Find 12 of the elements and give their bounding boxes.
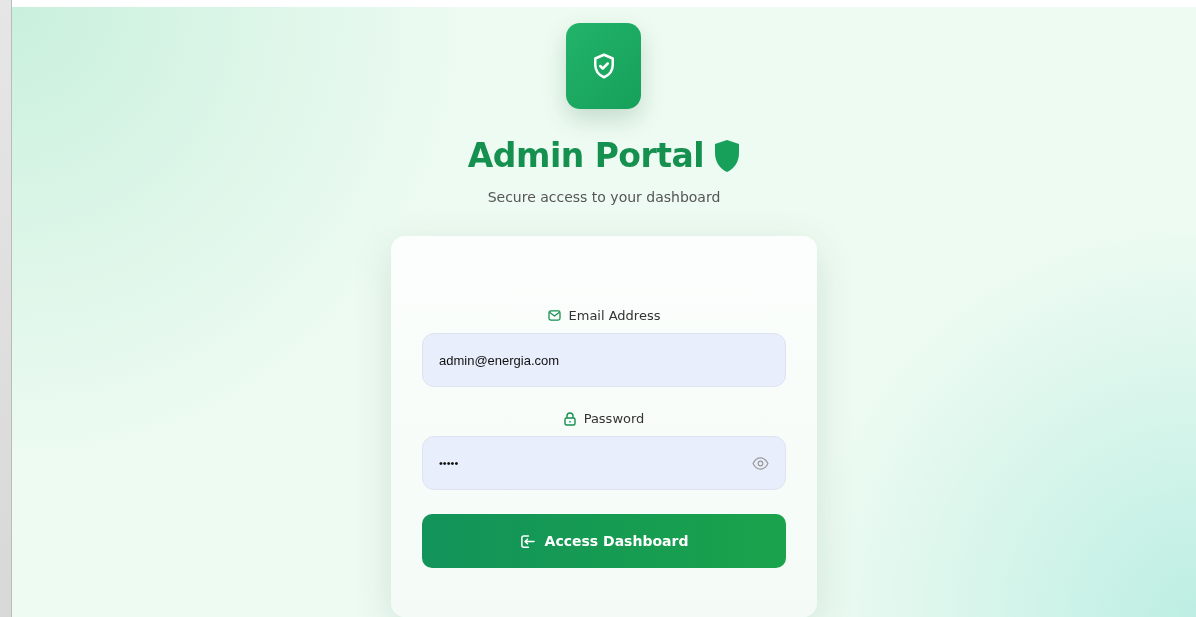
email-field[interactable]: admin@energia.com <box>422 333 786 387</box>
padlock-icon <box>563 411 576 426</box>
envelope-icon <box>547 310 561 321</box>
shield-icon <box>714 138 741 173</box>
field-label: Password <box>583 411 645 426</box>
page-title: Admin Portal <box>467 136 705 175</box>
sign-in-icon <box>519 533 535 549</box>
password-field[interactable]: ••••• <box>422 436 786 490</box>
subtitle: Secure access to your dashboard <box>487 189 721 205</box>
access-dashboard-button[interactable]: Access Dashboard <box>422 514 786 568</box>
eye-icon[interactable] <box>752 456 769 470</box>
field-label: Email Address <box>568 308 661 323</box>
